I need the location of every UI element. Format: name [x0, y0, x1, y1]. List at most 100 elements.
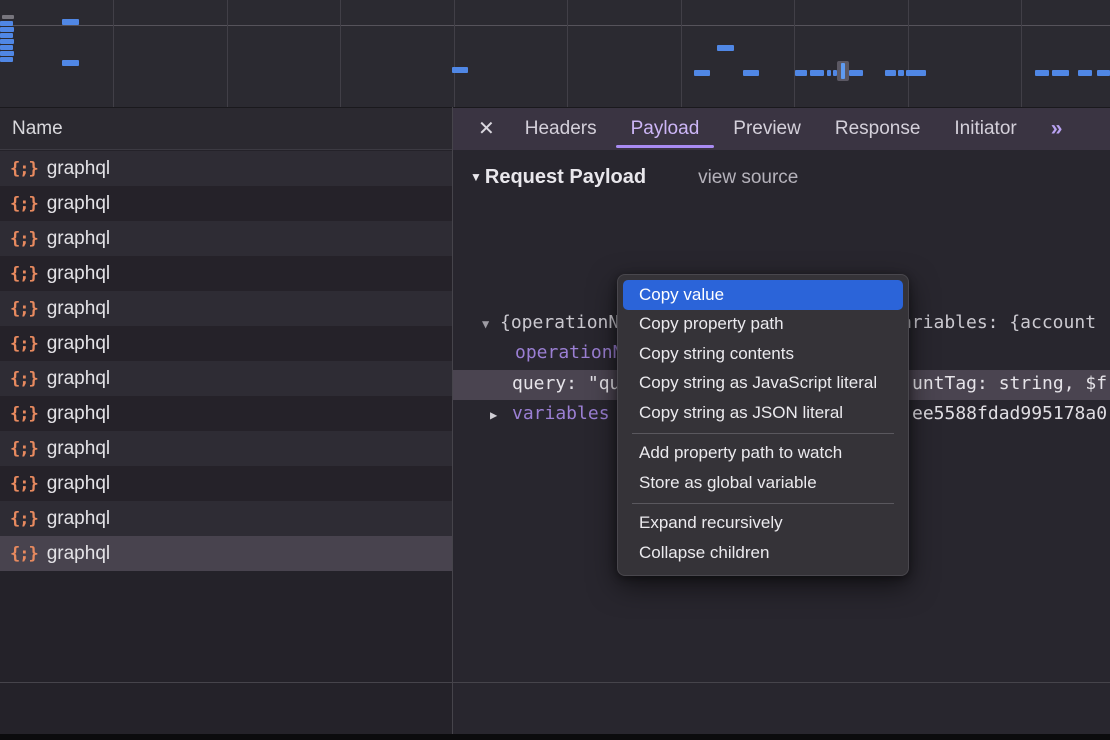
json-icon: {;}: [10, 544, 38, 564]
network-request-row[interactable]: {;} graphql: [0, 396, 452, 431]
section-title: Request Payload: [485, 166, 646, 189]
menu-item-copy-string-as-javascript-literal[interactable]: Copy string as JavaScript literal: [623, 369, 903, 399]
overview-gridline: [340, 0, 341, 107]
waterfall-bar: [0, 27, 14, 32]
tabs-holder: Headers Payload Preview Response Initiator: [525, 108, 1051, 150]
menu-item-copy-property-path[interactable]: Copy property path: [623, 310, 903, 340]
json-icon: {;}: [10, 194, 38, 214]
network-request-row[interactable]: {;}graphql: [0, 326, 452, 361]
network-request-row[interactable]: {;} graphql: [0, 431, 452, 466]
waterfall-bar: [0, 39, 14, 44]
json-icon: {;}: [10, 369, 38, 389]
overview-horizontal-gridline: [0, 25, 1110, 26]
overview-gridline: [454, 0, 455, 107]
menu-separator: [632, 503, 894, 504]
json-icon: {;}: [10, 299, 38, 319]
waterfall-bar: [1035, 70, 1049, 76]
network-request-row[interactable]: {;}graphql: [0, 221, 452, 256]
panel-splitter[interactable]: [452, 107, 453, 740]
overview-gridline: [227, 0, 228, 107]
network-request-row[interactable]: {;} graphql: [0, 186, 452, 221]
request-name-label: graphql: [47, 193, 110, 215]
property-value-right: ee5588fdad995178a0: [912, 403, 1107, 424]
overview-gridline: [113, 0, 114, 107]
waterfall-bar: [694, 70, 710, 76]
request-name-label: graphql: [47, 438, 110, 460]
window-bottom-edge: [0, 734, 1110, 740]
network-overview[interactable]: [0, 0, 1110, 107]
waterfall-bar: [62, 19, 79, 25]
close-icon[interactable]: ✕: [478, 119, 495, 139]
tab-response[interactable]: Response: [835, 108, 921, 150]
json-icon: {;}: [10, 404, 38, 424]
waterfall-bar: [743, 70, 759, 76]
menu-item-expand-recursively[interactable]: Expand recursively: [623, 509, 903, 539]
json-icon: {;}: [10, 334, 38, 354]
section-collapse-icon[interactable]: ▼: [470, 170, 482, 184]
network-request-row[interactable]: {;} graphql: [0, 466, 452, 501]
context-menu: Copy valueCopy property pathCopy string …: [617, 274, 909, 576]
menu-item-copy-string-contents[interactable]: Copy string contents: [623, 339, 903, 369]
json-icon: {;}: [10, 229, 38, 249]
overview-gridline: [794, 0, 795, 107]
footer-divider: [0, 682, 1110, 683]
request-name-label: graphql: [47, 263, 110, 285]
waterfall-bar: [906, 70, 926, 76]
waterfall-bar: [0, 51, 14, 56]
request-name-label: graphql: [47, 508, 110, 530]
network-request-row[interactable]: {;}graphql: [0, 361, 452, 396]
request-name-label: graphql: [47, 473, 110, 495]
request-name-label: graphql: [47, 158, 110, 180]
menu-separator: [632, 433, 894, 434]
waterfall-bar: [827, 70, 831, 76]
network-request-row[interactable]: {;} graphql: [0, 536, 452, 571]
network-request-row[interactable]: {;} graphql: [0, 151, 452, 186]
name-column-label: Name: [12, 118, 63, 140]
property-value-left: "qu: [588, 373, 621, 394]
waterfall-bar: [2, 15, 14, 19]
more-tabs-icon[interactable]: »: [1051, 117, 1061, 141]
request-payload-section: ▼ Request Payload view source: [470, 166, 798, 189]
network-request-row[interactable]: {;}graphql: [0, 501, 452, 536]
json-icon: {;}: [10, 474, 38, 494]
menu-item-copy-value[interactable]: Copy value: [623, 280, 903, 310]
tab-headers[interactable]: Headers: [525, 108, 597, 150]
property-key: variables: [512, 403, 610, 424]
tree-row-content: query: "qu: [512, 373, 620, 394]
menu-item-add-property-path-to-watch[interactable]: Add property path to watch: [623, 439, 903, 469]
waterfall-bar: [1078, 70, 1092, 76]
property-value-right: untTag: string, $f: [912, 373, 1107, 394]
network-request-row[interactable]: {;}graphql: [0, 291, 452, 326]
view-source-link[interactable]: view source: [698, 167, 798, 189]
waterfall-bar: [1052, 70, 1069, 76]
name-column-header[interactable]: Name: [0, 108, 452, 150]
network-request-row[interactable]: {;} graphql: [0, 256, 452, 291]
overview-separator: [0, 107, 1110, 108]
request-list: {;} graphql {;} graphql {;} graphql {;} graphql…: [0, 151, 452, 571]
waterfall-bar: [0, 57, 13, 62]
overview-gridline: [908, 0, 909, 107]
expand-arrow-icon[interactable]: ▶: [490, 408, 497, 422]
request-name-label: graphql: [47, 403, 110, 425]
property-key: query:: [512, 373, 588, 394]
overview-gridline: [681, 0, 682, 107]
waterfall-bar: [841, 63, 845, 79]
menu-item-store-as-global-variable[interactable]: Store as global variable: [623, 468, 903, 498]
waterfall-bar: [849, 70, 863, 76]
waterfall-bar: [1097, 70, 1110, 76]
menu-item-copy-string-as-json-literal[interactable]: Copy string as JSON literal: [623, 398, 903, 428]
request-name-label: graphql: [47, 543, 110, 565]
waterfall-bar: [717, 45, 734, 51]
tab-payload[interactable]: Payload: [631, 108, 700, 150]
overview-gridline: [567, 0, 568, 107]
json-icon: {;}: [10, 264, 38, 284]
json-icon: {;}: [10, 159, 38, 179]
waterfall-bar: [452, 67, 468, 73]
waterfall-bar: [898, 70, 904, 76]
json-icon: {;}: [10, 439, 38, 459]
waterfall-bar: [0, 33, 13, 38]
menu-item-collapse-children[interactable]: Collapse children: [623, 538, 903, 568]
tab-initiator[interactable]: Initiator: [954, 108, 1016, 150]
tab-preview[interactable]: Preview: [733, 108, 801, 150]
devtools-window: Name {;}graphql{;}graphql{;}graphql{;}gr…: [0, 0, 1110, 740]
